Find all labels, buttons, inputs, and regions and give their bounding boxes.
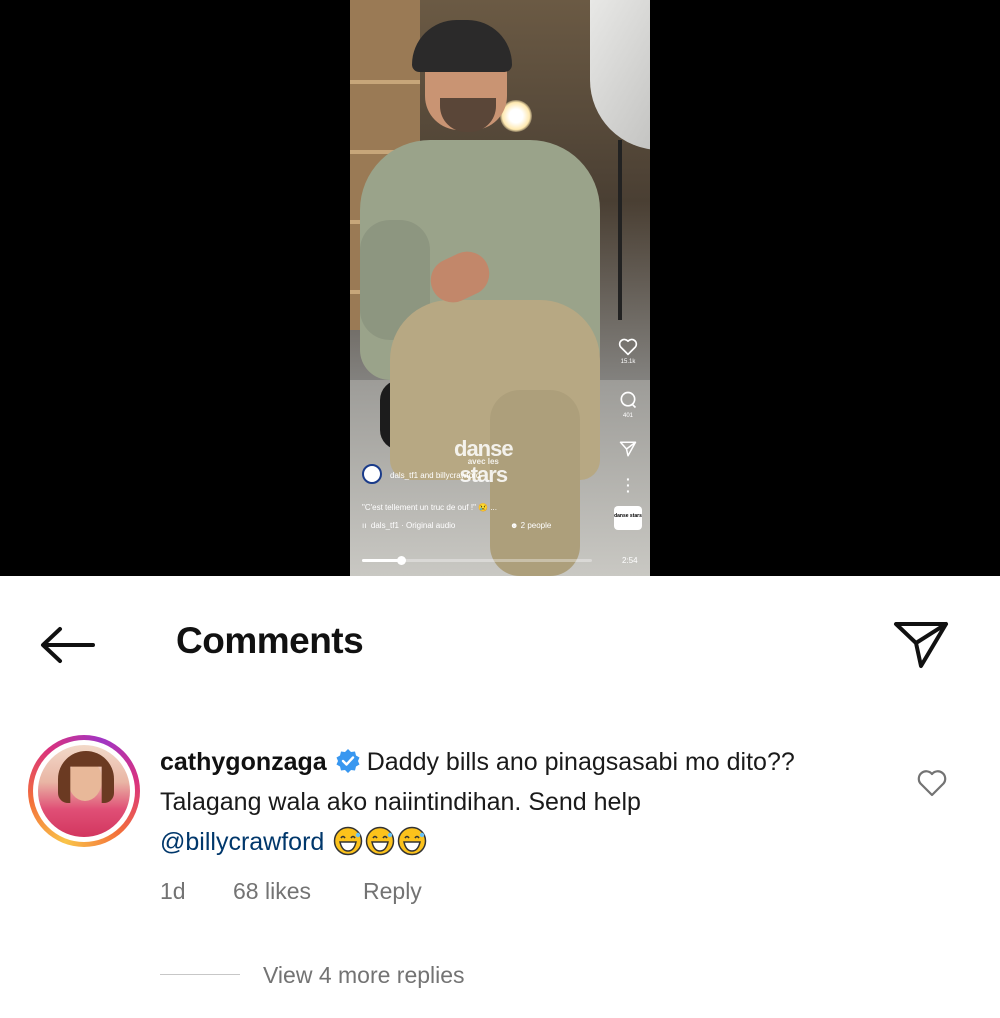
comment-like-button[interactable] <box>916 768 948 798</box>
reel-comment-button[interactable]: 401 <box>616 390 640 419</box>
reel-share-button[interactable] <box>616 440 640 458</box>
studio-umbrella <box>590 0 650 150</box>
audio-label: dals_tf1 · Original audio <box>370 521 456 530</box>
tagged-people[interactable]: ☻ 2 people <box>510 521 551 530</box>
person-beanie <box>412 20 512 72</box>
owner-avatar[interactable] <box>362 464 382 484</box>
video-progress-fill <box>362 559 402 562</box>
reel-likes-count: 15.1k <box>620 359 636 365</box>
video-duration: 2:54 <box>622 556 638 565</box>
comment-bubble-icon <box>620 391 637 409</box>
laughing-emoji-icon <box>334 826 363 856</box>
comment-body: cathygonzaga Daddy bills ano pinagsasabi… <box>160 742 860 862</box>
verified-badge-icon <box>336 749 360 773</box>
reel-comments-count: 401 <box>622 413 633 419</box>
avatar[interactable] <box>28 735 140 847</box>
people-label: 2 people <box>520 521 552 530</box>
reply-button[interactable]: Reply <box>363 878 422 905</box>
paper-plane-icon <box>619 441 637 457</box>
reel-like-button[interactable]: 15.1k <box>616 338 640 365</box>
video-progress-bar[interactable] <box>362 556 592 565</box>
arrow-left-icon <box>41 627 95 663</box>
page-title: Comments <box>176 620 364 661</box>
paper-plane-icon <box>894 622 948 668</box>
person-icon: ☻ <box>510 521 521 530</box>
mention-link[interactable]: @billycrawford <box>160 828 324 856</box>
share-button[interactable] <box>890 614 952 672</box>
laughing-emoji-icon <box>366 826 395 856</box>
back-button[interactable] <box>38 622 98 668</box>
more-options-icon[interactable]: · · · <box>626 472 631 498</box>
video-area[interactable]: danse avec les stars 15.1k 401 · · · dals_… <box>0 0 1000 576</box>
audio-thumbnail[interactable]: danse stars <box>614 506 642 530</box>
reel-caption[interactable]: "C'est tellement un truc de ouf !" 😢 ... <box>362 503 497 512</box>
comment-likes[interactable]: 68 likes <box>233 878 311 905</box>
comment-username[interactable]: cathygonzaga <box>160 748 327 776</box>
light-stand <box>618 140 622 320</box>
avatar-photo <box>38 745 130 837</box>
laughing-emoji-icon <box>398 826 427 856</box>
replies-divider <box>160 974 240 975</box>
comment-time: 1d <box>160 878 186 904</box>
audio-bars-icon: ıı <box>362 521 371 530</box>
view-replies-button[interactable]: View 4 more replies <box>263 962 465 989</box>
reel-audio[interactable]: ıı dals_tf1 · Original audio <box>362 521 455 530</box>
reel-video[interactable]: danse avec les stars 15.1k 401 · · · dals_… <box>350 0 650 576</box>
heart-icon <box>618 338 638 356</box>
reel-owner-line[interactable]: dals_tf1 and billycrawford <box>390 471 480 480</box>
heart-outline-icon <box>917 770 947 797</box>
